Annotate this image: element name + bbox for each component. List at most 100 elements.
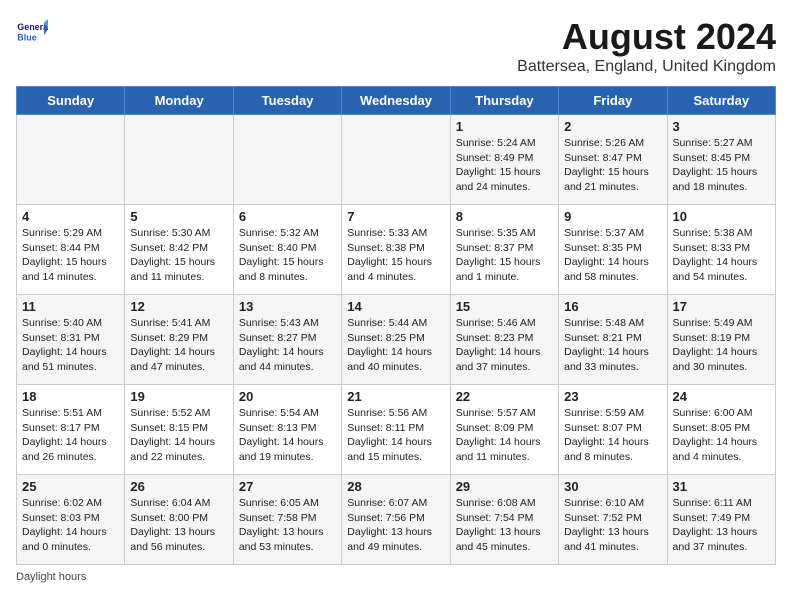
day-number: 12 xyxy=(130,299,227,314)
day-number: 29 xyxy=(456,479,553,494)
calendar-cell: 20Sunrise: 5:54 AM Sunset: 8:13 PM Dayli… xyxy=(233,385,341,475)
calendar-cell: 4 Sunrise: 5:29 AM Sunset: 8:44 PM Daylig… xyxy=(17,205,125,295)
footer-note: Daylight hours xyxy=(16,571,776,583)
day-info: Sunrise: 5:48 AM Sunset: 8:21 PM Dayligh… xyxy=(564,316,661,375)
calendar-cell: 28Sunrise: 6:07 AM Sunset: 7:56 PM Dayli… xyxy=(342,475,450,565)
calendar-cell: 19 Sunrise: 5:52 AM Sunset: 8:15 PM Dayli… xyxy=(125,385,233,475)
calendar-cell: 1 Sunrise: 5:24 AM Sunset: 8:49 PM Daylig… xyxy=(450,115,558,205)
calendar-cell xyxy=(342,115,450,205)
calendar-cell: 16 Sunrise: 5:48 AM Sunset: 8:21 PM Dayli… xyxy=(559,295,667,385)
day-info: Sunrise: 6:02 AM Sunset: 8:03 PM Dayligh… xyxy=(22,496,119,555)
day-info: Sunrise: 5:57 AM Sunset: 8:09 PM Dayligh… xyxy=(456,406,553,465)
page-subtitle: Battersea, England, United Kingdom xyxy=(517,58,776,76)
calendar-cell: 9 Sunrise: 5:37 AM Sunset: 8:35 PM Daylig… xyxy=(559,205,667,295)
calendar-cell xyxy=(125,115,233,205)
day-info: Sunrise: 6:04 AM Sunset: 8:00 PM Dayligh… xyxy=(130,496,227,555)
calendar-cell: 21 Sunrise: 5:56 AM Sunset: 8:11 PM Dayli… xyxy=(342,385,450,475)
day-number: 6 xyxy=(239,209,336,224)
day-number: 1 xyxy=(456,119,553,134)
calendar-week-row: 4 Sunrise: 5:29 AM Sunset: 8:44 PM Daylig… xyxy=(17,205,776,295)
day-number: 27 xyxy=(239,479,336,494)
calendar-day-header: Friday xyxy=(559,87,667,115)
calendar-cell: 27 Sunrise: 6:05 AM Sunset: 7:58 PM Dayli… xyxy=(233,475,341,565)
day-number: 19 xyxy=(130,389,227,404)
day-number: 3 xyxy=(673,119,770,134)
day-number: 23 xyxy=(564,389,661,404)
day-info: Sunrise: 5:52 AM Sunset: 8:15 PM Dayligh… xyxy=(130,406,227,465)
calendar-cell: 3 Sunrise: 5:27 AM Sunset: 8:45 PM Daylig… xyxy=(667,115,775,205)
calendar-cell: 29 Sunrise: 6:08 AM Sunset: 7:54 PM Dayli… xyxy=(450,475,558,565)
day-number: 21 xyxy=(347,389,444,404)
calendar-cell: 31 Sunrise: 6:11 AM Sunset: 7:49 PM Dayli… xyxy=(667,475,775,565)
day-info: Sunrise: 5:38 AM Sunset: 8:33 PM Dayligh… xyxy=(673,226,770,285)
calendar-cell: 30 Sunrise: 6:10 AM Sunset: 7:52 PM Dayli… xyxy=(559,475,667,565)
calendar-day-header: Thursday xyxy=(450,87,558,115)
daylight-label: Daylight hours xyxy=(16,571,86,583)
day-number: 13 xyxy=(239,299,336,314)
day-info: Sunrise: 5:41 AM Sunset: 8:29 PM Dayligh… xyxy=(130,316,227,375)
day-info: Sunrise: 5:49 AM Sunset: 8:19 PM Dayligh… xyxy=(673,316,770,375)
day-number: 4 xyxy=(22,209,119,224)
calendar-cell: 2 Sunrise: 5:26 AM Sunset: 8:47 PM Daylig… xyxy=(559,115,667,205)
day-info: Sunrise: 5:33 AM Sunset: 8:38 PM Dayligh… xyxy=(347,226,444,285)
day-info: Sunrise: 5:24 AM Sunset: 8:49 PM Dayligh… xyxy=(456,136,553,195)
calendar-day-header: Saturday xyxy=(667,87,775,115)
calendar-cell: 23 Sunrise: 5:59 AM Sunset: 8:07 PM Dayli… xyxy=(559,385,667,475)
calendar-day-header: Monday xyxy=(125,87,233,115)
calendar-cell: 6 Sunrise: 5:32 AM Sunset: 8:40 PM Daylig… xyxy=(233,205,341,295)
day-info: Sunrise: 5:26 AM Sunset: 8:47 PM Dayligh… xyxy=(564,136,661,195)
calendar-cell: 12 Sunrise: 5:41 AM Sunset: 8:29 PM Dayli… xyxy=(125,295,233,385)
calendar-cell: 8Sunrise: 5:35 AM Sunset: 8:37 PM Daylig… xyxy=(450,205,558,295)
day-info: Sunrise: 6:08 AM Sunset: 7:54 PM Dayligh… xyxy=(456,496,553,555)
day-number: 2 xyxy=(564,119,661,134)
day-number: 17 xyxy=(673,299,770,314)
page-title: August 2024 xyxy=(517,16,776,58)
calendar-cell: 15 Sunrise: 5:46 AM Sunset: 8:23 PM Dayli… xyxy=(450,295,558,385)
day-number: 14 xyxy=(347,299,444,314)
calendar-table: SundayMondayTuesdayWednesdayThursdayFrid… xyxy=(16,86,776,565)
calendar-week-row: 18 Sunrise: 5:51 AM Sunset: 8:17 PM Dayli… xyxy=(17,385,776,475)
day-number: 18 xyxy=(22,389,119,404)
day-info: Sunrise: 5:46 AM Sunset: 8:23 PM Dayligh… xyxy=(456,316,553,375)
day-number: 20 xyxy=(239,389,336,404)
day-number: 10 xyxy=(673,209,770,224)
day-number: 7 xyxy=(347,209,444,224)
day-number: 16 xyxy=(564,299,661,314)
day-info: Sunrise: 6:11 AM Sunset: 7:49 PM Dayligh… xyxy=(673,496,770,555)
day-info: Sunrise: 5:37 AM Sunset: 8:35 PM Dayligh… xyxy=(564,226,661,285)
day-number: 25 xyxy=(22,479,119,494)
day-info: Sunrise: 5:27 AM Sunset: 8:45 PM Dayligh… xyxy=(673,136,770,195)
day-number: 31 xyxy=(673,479,770,494)
day-number: 22 xyxy=(456,389,553,404)
calendar-cell: 17 Sunrise: 5:49 AM Sunset: 8:19 PM Dayli… xyxy=(667,295,775,385)
calendar-week-row: 11Sunrise: 5:40 AM Sunset: 8:31 PM Dayli… xyxy=(17,295,776,385)
calendar-cell: 11Sunrise: 5:40 AM Sunset: 8:31 PM Dayli… xyxy=(17,295,125,385)
day-number: 5 xyxy=(130,209,227,224)
day-number: 9 xyxy=(564,209,661,224)
day-info: Sunrise: 5:30 AM Sunset: 8:42 PM Dayligh… xyxy=(130,226,227,285)
calendar-cell: 26Sunrise: 6:04 AM Sunset: 8:00 PM Dayli… xyxy=(125,475,233,565)
day-info: Sunrise: 5:29 AM Sunset: 8:44 PM Dayligh… xyxy=(22,226,119,285)
calendar-cell: 25 Sunrise: 6:02 AM Sunset: 8:03 PM Dayli… xyxy=(17,475,125,565)
day-info: Sunrise: 5:56 AM Sunset: 8:11 PM Dayligh… xyxy=(347,406,444,465)
calendar-cell: 5 Sunrise: 5:30 AM Sunset: 8:42 PM Daylig… xyxy=(125,205,233,295)
svg-text:General: General xyxy=(17,22,48,32)
title-block: August 2024 Battersea, England, United K… xyxy=(517,16,776,76)
calendar-cell xyxy=(17,115,125,205)
calendar-cell: 22 Sunrise: 5:57 AM Sunset: 8:09 PM Dayli… xyxy=(450,385,558,475)
calendar-cell: 24Sunrise: 6:00 AM Sunset: 8:05 PM Dayli… xyxy=(667,385,775,475)
day-info: Sunrise: 5:35 AM Sunset: 8:37 PM Dayligh… xyxy=(456,226,553,285)
logo-icon: General Blue xyxy=(16,16,48,48)
day-number: 24 xyxy=(673,389,770,404)
day-number: 30 xyxy=(564,479,661,494)
calendar-header: SundayMondayTuesdayWednesdayThursdayFrid… xyxy=(17,87,776,115)
day-info: Sunrise: 6:10 AM Sunset: 7:52 PM Dayligh… xyxy=(564,496,661,555)
day-info: Sunrise: 5:59 AM Sunset: 8:07 PM Dayligh… xyxy=(564,406,661,465)
day-number: 15 xyxy=(456,299,553,314)
calendar-cell xyxy=(233,115,341,205)
day-info: Sunrise: 6:05 AM Sunset: 7:58 PM Dayligh… xyxy=(239,496,336,555)
day-info: Sunrise: 5:32 AM Sunset: 8:40 PM Dayligh… xyxy=(239,226,336,285)
calendar-cell: 13Sunrise: 5:43 AM Sunset: 8:27 PM Dayli… xyxy=(233,295,341,385)
day-info: Sunrise: 5:51 AM Sunset: 8:17 PM Dayligh… xyxy=(22,406,119,465)
calendar-week-row: 1 Sunrise: 5:24 AM Sunset: 8:49 PM Daylig… xyxy=(17,115,776,205)
